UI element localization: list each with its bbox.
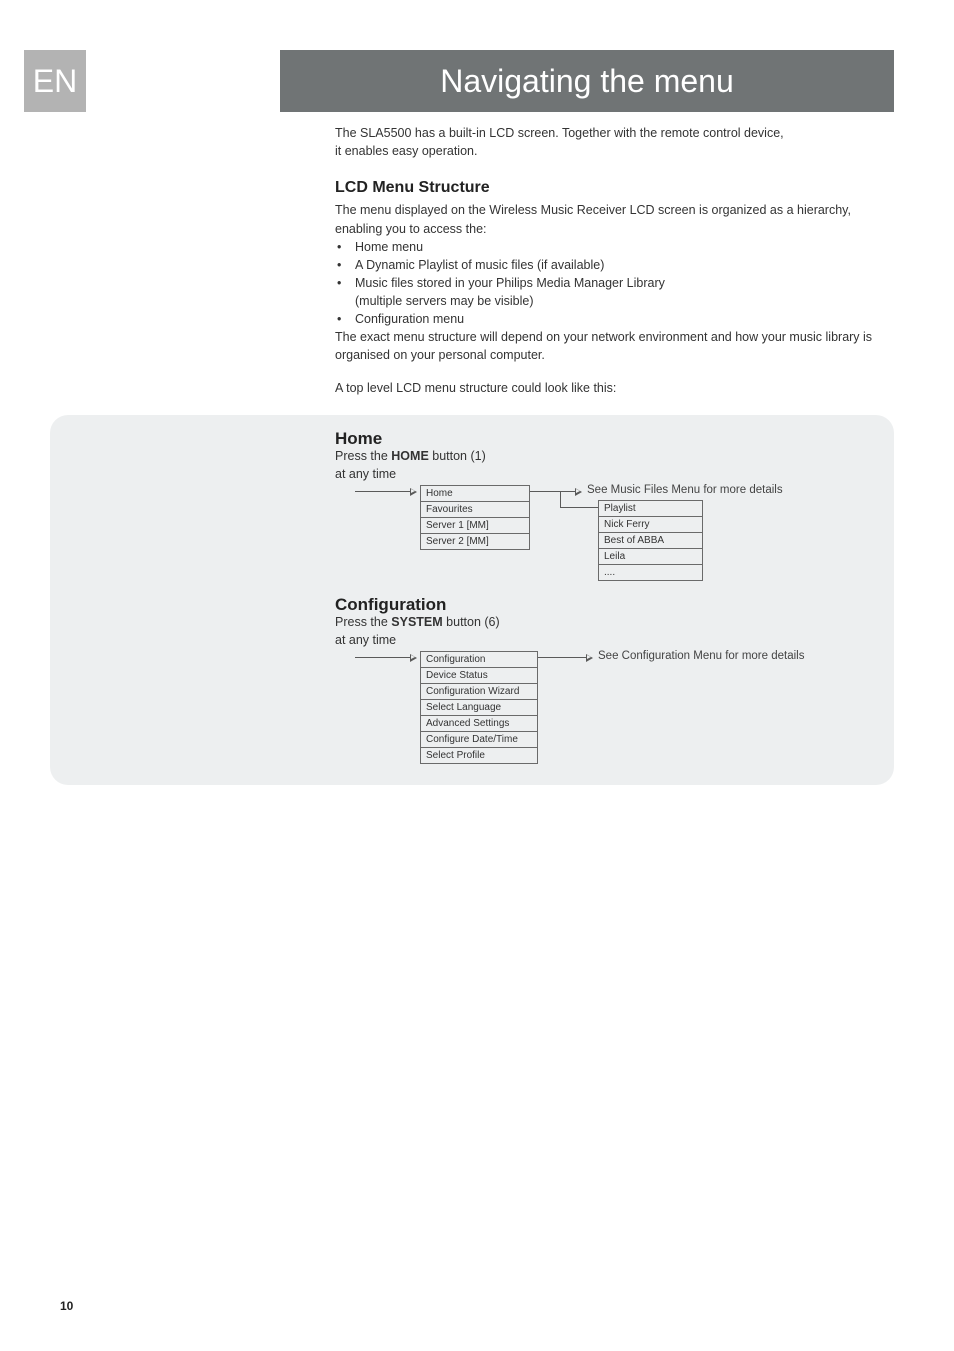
intro-line1: The SLA5500 has a built-in LCD screen. T… — [335, 126, 784, 140]
bullet-item: Music files stored in your Philips Media… — [335, 274, 895, 292]
config-menu-box: Configuration Device Status Configuratio… — [420, 651, 538, 764]
menu-cell: Device Status — [421, 668, 537, 684]
connector-line — [355, 657, 410, 658]
home-submenu-box: Playlist Nick Ferry Best of ABBA Leila .… — [598, 500, 703, 581]
bullet-item: A Dynamic Playlist of music files (if av… — [335, 256, 895, 274]
menu-cell: Playlist — [599, 501, 702, 517]
section-p1: The menu displayed on the Wireless Music… — [335, 201, 895, 237]
page-number: 10 — [60, 1299, 73, 1313]
config-heading: Configuration — [335, 595, 874, 615]
home-heading: Home — [335, 429, 874, 449]
menu-cell: .... — [599, 565, 702, 580]
arrowhead-icon — [410, 654, 417, 662]
press-pre: Press the — [335, 449, 391, 463]
menu-cell: Best of ABBA — [599, 533, 702, 549]
section-heading-lcd: LCD Menu Structure — [335, 176, 895, 199]
press-bold: HOME — [391, 449, 429, 463]
bullet-item: Home menu — [335, 238, 895, 256]
intro-line2: it enables easy operation. — [335, 144, 477, 158]
language-badge: EN — [24, 50, 86, 112]
intro-text: The SLA5500 has a built-in LCD screen. T… — [335, 124, 895, 160]
menu-cell: Configuration — [421, 652, 537, 668]
press-bold: SYSTEM — [391, 615, 442, 629]
home-press-line: Press the HOME button (1) — [335, 449, 874, 463]
menu-cell: Configuration Wizard — [421, 684, 537, 700]
menu-cell: Select Profile — [421, 748, 537, 763]
home-anytime: at any time — [335, 467, 874, 481]
menu-cell: Select Language — [421, 700, 537, 716]
config-press-line: Press the SYSTEM button (6) — [335, 615, 874, 629]
bullet-item: Configuration menu — [335, 310, 895, 328]
menu-cell: Home — [421, 486, 529, 502]
menu-cell: Favourites — [421, 502, 529, 518]
menu-cell: Leila — [599, 549, 702, 565]
menu-cell: Nick Ferry — [599, 517, 702, 533]
section-p3: A top level LCD menu structure could loo… — [335, 379, 895, 397]
bullet-subitem: (multiple servers may be visible) — [355, 292, 895, 310]
home-menu-box: Home Favourites Server 1 [MM] Server 2 [… — [420, 485, 530, 550]
arrowhead-icon — [586, 654, 593, 662]
config-diagram: Configuration Device Status Configuratio… — [335, 651, 874, 781]
menu-cell: Server 2 [MM] — [421, 534, 529, 549]
press-pre: Press the — [335, 615, 391, 629]
home-ref-text: See Music Files Menu for more details — [587, 484, 783, 496]
menu-cell: Server 1 [MM] — [421, 518, 529, 534]
connector-line — [355, 491, 410, 492]
page-title: Navigating the menu — [280, 50, 894, 112]
diagram-panel: Home Press the HOME button (1) at any ti… — [50, 415, 894, 785]
connector-line — [530, 491, 575, 492]
connector-line — [560, 507, 598, 508]
menu-cell: Advanced Settings — [421, 716, 537, 732]
press-post: button (6) — [443, 615, 500, 629]
config-ref-text: See Configuration Menu for more details — [598, 650, 804, 662]
main-content: The SLA5500 has a built-in LCD screen. T… — [335, 124, 895, 411]
menu-cell: Configure Date/Time — [421, 732, 537, 748]
home-diagram: Home Favourites Server 1 [MM] Server 2 [… — [335, 485, 874, 595]
connector-line — [538, 657, 586, 658]
section-p2: The exact menu structure will depend on … — [335, 328, 895, 364]
connector-line — [560, 491, 561, 507]
config-anytime: at any time — [335, 633, 874, 647]
bullet-list: Home menu A Dynamic Playlist of music fi… — [335, 238, 895, 329]
arrowhead-icon — [575, 488, 582, 496]
press-post: button (1) — [429, 449, 486, 463]
arrowhead-icon — [410, 488, 417, 496]
